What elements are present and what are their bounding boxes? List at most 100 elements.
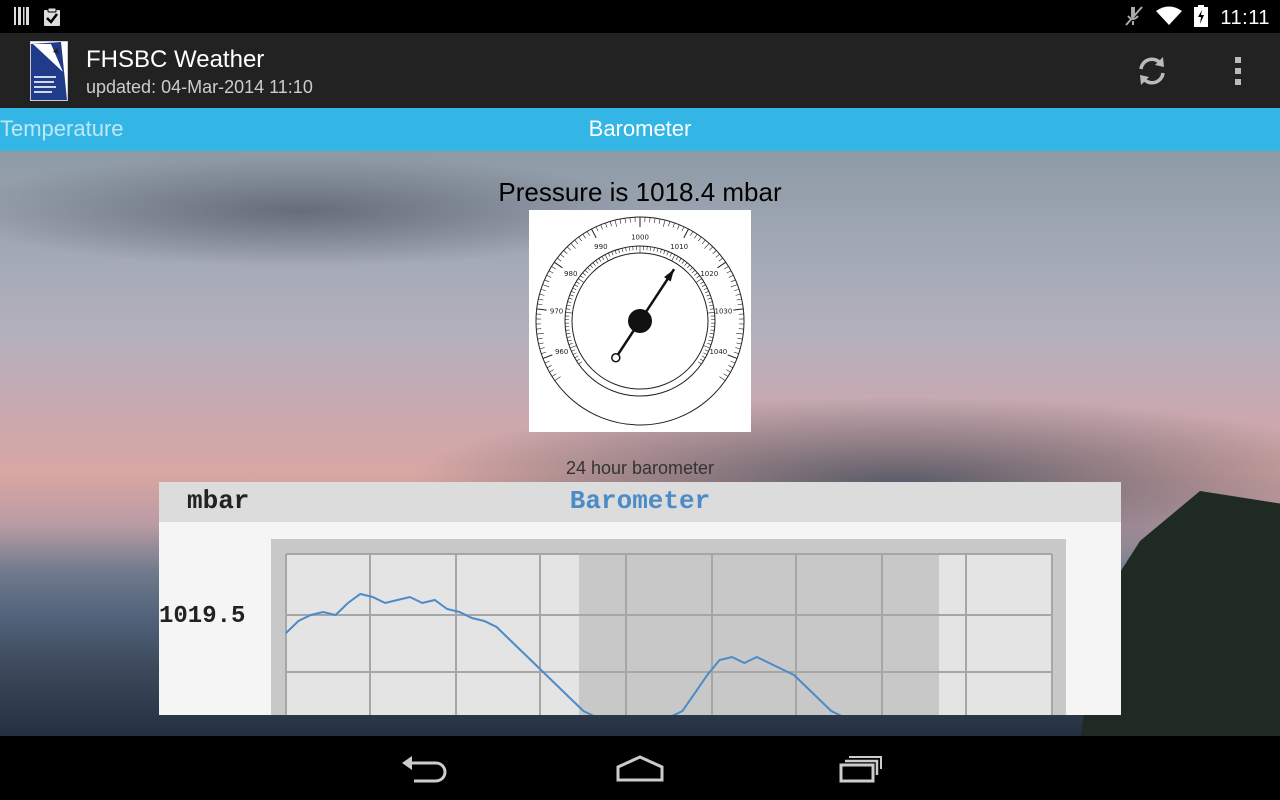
recent-apps-icon [839, 756, 882, 783]
gauge-outer-tick [724, 266, 729, 270]
gauge-outer-tick [717, 261, 727, 269]
gauge-inner-tick [565, 308, 571, 310]
gauge-inner-tick [702, 284, 706, 287]
tab-strip: Temperature Barometer [0, 108, 1280, 151]
gauge-outer-tick [557, 257, 562, 262]
gauge-inner-tick [567, 339, 572, 342]
gauge-outer-tick [574, 239, 579, 245]
gauge-outer-tick [730, 360, 736, 364]
club-logo[interactable] [30, 41, 68, 101]
gauge-inner-tick [700, 281, 704, 284]
gauge-outer-tick [736, 342, 742, 345]
gauge-inner-tick [709, 308, 715, 310]
refresh-button[interactable] [1134, 53, 1170, 89]
gauge-outer-tick [624, 218, 626, 224]
barcode-icon [14, 7, 30, 32]
gauge-outer-tick [619, 218, 622, 224]
gauge-inner-tick [614, 250, 617, 255]
gauge-inner-tick [669, 252, 672, 257]
gauge-inner-tick [567, 301, 572, 303]
clock: 11:11 [1220, 7, 1270, 29]
gauge-dial: 960 970 980 990 1000 1010 1020 1030 1040 [535, 216, 745, 426]
gauge-outer-tick [548, 270, 554, 274]
gauge-inner-tick [582, 272, 586, 276]
gauge-outer-tick [718, 257, 723, 262]
gauge-scale-label: 960 [555, 348, 568, 356]
back-button[interactable] [394, 750, 454, 786]
home-button[interactable] [610, 750, 670, 786]
gauge-outer-tick [536, 332, 544, 335]
gauge-outer-tick [658, 218, 661, 224]
barometer-gauge: 960 970 980 990 1000 1010 1020 1030 1040 [529, 210, 751, 432]
gauge-inner-tick [684, 262, 688, 266]
tab-barometer[interactable]: Barometer [0, 116, 1280, 142]
gauge-outer-tick [570, 243, 576, 249]
back-icon [402, 756, 447, 783]
updated-timestamp: updated: 04-Mar-2014 11:10 [86, 77, 313, 97]
gauge-outer-tick [582, 233, 586, 239]
gauge-outer-tick [546, 274, 552, 278]
gauge-inner-tick [691, 269, 696, 274]
gauge-outer-tick [694, 233, 698, 239]
gauge-inner-tick [628, 246, 631, 251]
gauge-inner-tick [592, 262, 596, 266]
gauge-scale-label: 1020 [700, 270, 718, 278]
gauge-inner-tick [571, 349, 576, 352]
gauge-outer-tick [668, 221, 671, 227]
gauge-inner-tick [707, 297, 712, 300]
gauge-inner-tick [566, 336, 571, 338]
recent-apps-button[interactable] [828, 750, 888, 786]
gauge-outer-tick [662, 219, 666, 227]
gauge-outer-tick [727, 354, 738, 359]
gauge-inner-tick [608, 252, 611, 257]
gauge-outer-tick [704, 243, 710, 249]
gauge-outer-tick [554, 376, 561, 381]
gauge-outer-tick [734, 288, 740, 292]
gauge-outer-tick [541, 351, 547, 354]
gauge-outer-tick [537, 337, 543, 340]
gauge-inner-tick [675, 256, 679, 261]
gauge-outer-tick [538, 342, 544, 345]
gauge-inner-tick [666, 251, 669, 256]
gauge-outer-tick [736, 332, 744, 335]
gauge-outer-tick [566, 246, 571, 251]
gauge-inner-tick [660, 249, 662, 254]
gauge-inner-tick [710, 329, 715, 331]
gauge-inner-tick [703, 352, 708, 355]
gauge-inner-tick [708, 339, 713, 342]
gauge-outer-tick [536, 308, 547, 311]
gauge-outer-tick [709, 246, 714, 251]
gauge-inner-tick [707, 311, 715, 314]
gauge-outer-tick [537, 303, 543, 306]
nav-bar [0, 736, 1280, 800]
gauge-outer-tick [614, 219, 618, 227]
barometer-page[interactable]: Pressure is 1018.4 mbar 960 970 980 990 1000… [0, 151, 1280, 736]
barometer-history-chart: mbar Barometer 1019.5 [159, 482, 1121, 715]
gauge-outer-tick [551, 266, 556, 270]
gauge-inner-tick [696, 275, 700, 279]
gauge-inner-tick [681, 260, 685, 264]
gauge-outer-tick [733, 351, 739, 354]
overflow-menu-button[interactable] [1220, 53, 1256, 89]
gauge-inner-tick [704, 349, 709, 352]
gauge-inner-tick [621, 248, 624, 253]
gauge-outer-tick [690, 231, 694, 236]
gauge-hub [628, 309, 652, 333]
gauge-scale-label: 1040 [709, 348, 727, 356]
battery-icon [1194, 5, 1209, 32]
gauge-outer-tick [540, 288, 546, 292]
mute-icon [1124, 5, 1144, 32]
gauge-inner-tick [589, 264, 594, 269]
gauge-outer-tick [698, 236, 702, 242]
gauge-inner-tick [572, 287, 577, 291]
gauge-inner-tick [707, 343, 712, 345]
clipboard-check-icon [42, 7, 62, 32]
gauge-scale-label: 1000 [631, 234, 649, 242]
gauge-inner-tick [694, 272, 698, 276]
gauge-outer-tick [578, 236, 582, 242]
gauge-outer-tick [544, 360, 550, 364]
gauge-inner-tick [705, 291, 709, 294]
gauge-outer-tick [726, 270, 732, 274]
gauge-inner-tick [569, 294, 574, 297]
wifi-icon [1156, 6, 1183, 31]
